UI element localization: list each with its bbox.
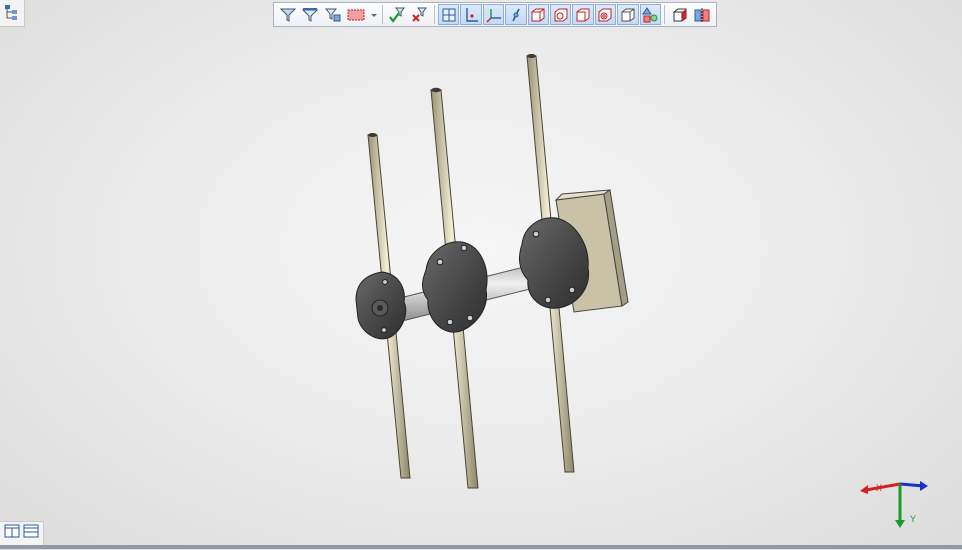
3d-viewport[interactable] [0, 28, 962, 545]
shapes-button[interactable] [639, 4, 661, 25]
filter-faces-icon [324, 8, 341, 21]
feature-tree-toggle-button[interactable] [0, 0, 25, 27]
coordinate-system-icon [486, 8, 501, 22]
sphere-button[interactable] [617, 4, 639, 25]
shapes-icon [642, 6, 658, 22]
display-button[interactable] [669, 4, 690, 25]
cube-button[interactable] [572, 4, 594, 25]
toolbar-separator [664, 5, 666, 24]
torus-icon [598, 8, 612, 21]
cube-icon [576, 8, 590, 21]
cylinder-icon [554, 8, 568, 21]
clamp-middle [422, 241, 488, 333]
box-icon [531, 8, 545, 21]
single-view-button[interactable] [4, 524, 20, 543]
point-button[interactable] [505, 4, 527, 25]
view-toolbar [273, 2, 717, 27]
section-view-button[interactable] [691, 4, 712, 25]
axis-triad-icon [860, 481, 928, 528]
split-view-button[interactable] [23, 524, 39, 543]
clamp-front [355, 271, 407, 340]
cylinder-button[interactable] [549, 4, 572, 25]
orientation-triad: X Y [852, 470, 932, 534]
clear-filter-button[interactable] [409, 4, 430, 25]
clear-filter-icon [412, 7, 428, 22]
filter-button[interactable] [278, 4, 299, 25]
feature-tree-icon [5, 5, 17, 20]
sphere-icon [621, 8, 635, 21]
triad-y-label: Y [910, 514, 917, 524]
status-strip [0, 545, 962, 549]
axis-icon [466, 7, 479, 22]
point-icon [512, 8, 520, 21]
view-layout-panel [0, 521, 44, 545]
toolbar-separator [433, 5, 435, 24]
plane-icon [442, 8, 456, 21]
filter-edges-icon [302, 7, 319, 22]
section-view-icon [694, 7, 710, 22]
dropdown-arrow-icon [370, 13, 377, 17]
plane-button[interactable] [438, 4, 460, 25]
filter-icon [280, 8, 297, 22]
selection-box-icon [347, 9, 365, 20]
accept-filter-icon [389, 7, 406, 23]
triad-x-label: X [876, 483, 883, 493]
filter-faces-button[interactable] [322, 4, 343, 25]
filter-edges-button[interactable] [300, 4, 321, 25]
box-button[interactable] [527, 4, 549, 25]
accept-filter-button[interactable] [386, 4, 407, 25]
model-render [355, 54, 629, 489]
coordinate-system-button[interactable] [482, 4, 505, 25]
selection-dropdown-button[interactable] [369, 4, 379, 25]
display-icon [673, 8, 687, 21]
axis-button[interactable] [460, 4, 482, 25]
split-view-icon [23, 524, 39, 538]
toolbar-separator [381, 5, 383, 24]
single-view-icon [4, 524, 20, 538]
torus-button[interactable] [594, 4, 617, 25]
selection-box-button[interactable] [344, 4, 367, 25]
